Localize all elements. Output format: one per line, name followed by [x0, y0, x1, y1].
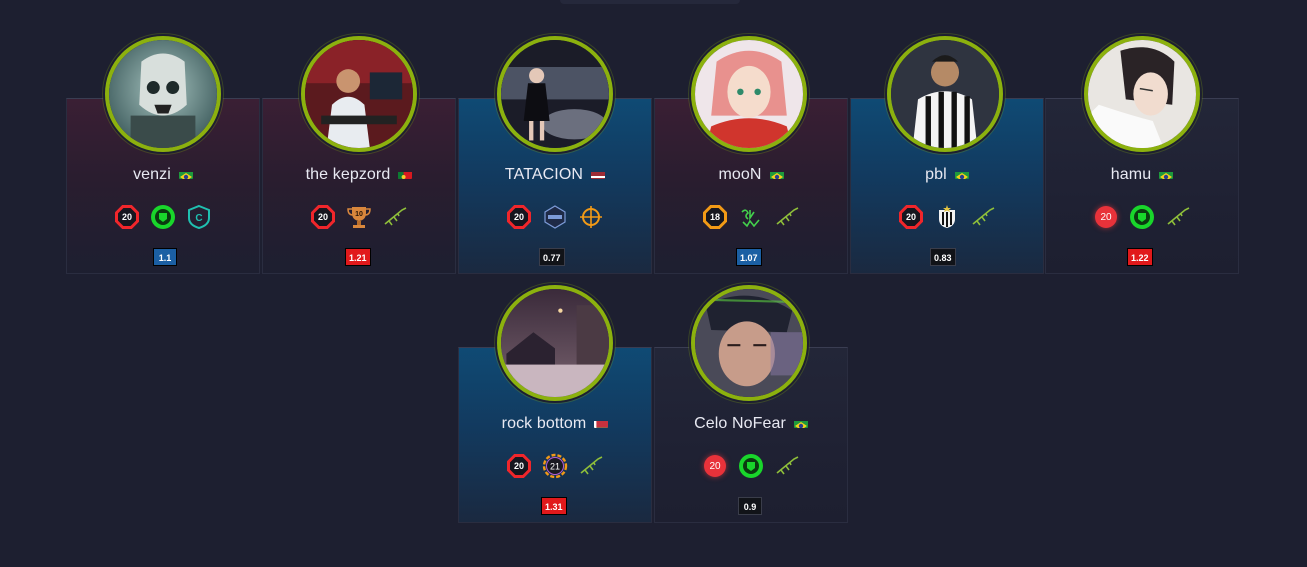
rifle-icon[interactable] [773, 203, 801, 231]
faceit-level-badge[interactable]: 18 [701, 203, 729, 231]
player-badges: 18 [654, 203, 848, 231]
player-name[interactable]: Celo NoFear [694, 415, 786, 432]
player-badges: 20 [850, 203, 1044, 231]
portugal-flag-icon [398, 169, 413, 179]
player-badges: 20 10 [262, 203, 456, 231]
player-badges: 20 [654, 452, 848, 480]
avatar-moon[interactable] [691, 36, 807, 152]
faceit-level-badge[interactable]: 20 [505, 203, 533, 231]
brazil-flag-icon [769, 169, 784, 179]
faceit-level-badge[interactable]: 20 [701, 452, 729, 480]
kd-ratio-badge: 1.21 [345, 248, 371, 266]
kd-ratio-badge: 0.77 [539, 248, 565, 266]
brazil-flag-icon [793, 418, 808, 428]
kd-ratio-badge: 1.22 [1127, 248, 1153, 266]
faceit-level-badge[interactable]: 20 [113, 203, 141, 231]
club-crest-icon[interactable] [933, 203, 961, 231]
green-mask-icon[interactable] [149, 203, 177, 231]
player-badges: 20 C [66, 203, 260, 231]
player-badges: 20 [1045, 203, 1239, 231]
kd-ratio-badge: 1.31 [541, 497, 567, 515]
player-name[interactable]: pbl [925, 166, 947, 183]
player-badges: 20 [458, 203, 652, 231]
player-badges: 20 21 [458, 452, 652, 480]
brazil-flag-icon [954, 169, 969, 179]
c-shield-icon[interactable]: C [185, 203, 213, 231]
player-name-row: pbl [850, 166, 1044, 184]
player-name[interactable]: hamu [1111, 166, 1151, 183]
trophy-10-icon[interactable]: 10 [345, 203, 373, 231]
kd-ratio-badge: 0.83 [930, 248, 956, 266]
rifle-icon[interactable] [1164, 203, 1192, 231]
svg-text:21: 21 [550, 462, 560, 472]
graffiti-icon[interactable] [737, 203, 765, 231]
avatar-the-kepzord[interactable] [301, 36, 417, 152]
player-name[interactable]: TATACION [505, 166, 583, 183]
kd-ratio-badge: 0.9 [738, 497, 762, 515]
player-name[interactable]: the kepzord [306, 166, 391, 183]
green-mask-icon[interactable] [1128, 203, 1156, 231]
avatar-tatacion[interactable] [497, 36, 613, 152]
player-name-row: mooN [654, 166, 848, 184]
player-name-row: Celo NoFear [654, 415, 848, 433]
rifle-icon[interactable] [381, 203, 409, 231]
player-name-row: venzi [66, 166, 260, 184]
top-tab-edge [560, 0, 740, 4]
brazil-flag-icon [178, 169, 193, 179]
latvia-flag-icon [591, 169, 606, 179]
rifle-icon[interactable] [577, 452, 605, 480]
avatar-rock-bottom[interactable] [497, 285, 613, 401]
player-name-row: rock bottom [458, 415, 652, 433]
kd-ratio-badge: 1.07 [736, 248, 762, 266]
avatar-venzi[interactable] [105, 36, 221, 152]
svg-text:C: C [195, 213, 202, 224]
brazil-flag-icon [1159, 169, 1174, 179]
svg-text:10: 10 [355, 211, 363, 218]
faceit-level-badge[interactable]: 20 [897, 203, 925, 231]
player-name-row: hamu [1045, 166, 1239, 184]
rainbow-21-icon[interactable]: 21 [541, 452, 569, 480]
belarus-flag-icon [594, 418, 609, 428]
kd-ratio-badge: 1.1 [153, 248, 177, 266]
avatar-pbl[interactable] [887, 36, 1003, 152]
rifle-icon[interactable] [969, 203, 997, 231]
green-mask-icon[interactable] [737, 452, 765, 480]
player-name-row: TATACION [458, 166, 652, 184]
player-name-row: the kepzord [262, 166, 456, 184]
hex-emblem-icon[interactable] [541, 203, 569, 231]
player-name[interactable]: rock bottom [502, 415, 587, 432]
avatar-hamu[interactable] [1084, 36, 1200, 152]
avatar-celo-nofear[interactable] [691, 285, 807, 401]
faceit-level-badge[interactable]: 20 [309, 203, 337, 231]
rifle-icon[interactable] [773, 452, 801, 480]
player-name[interactable]: mooN [718, 166, 761, 183]
crosshair-icon[interactable] [577, 203, 605, 231]
faceit-level-badge[interactable]: 20 [505, 452, 533, 480]
player-name[interactable]: venzi [133, 166, 171, 183]
faceit-level-badge[interactable]: 20 [1092, 203, 1120, 231]
